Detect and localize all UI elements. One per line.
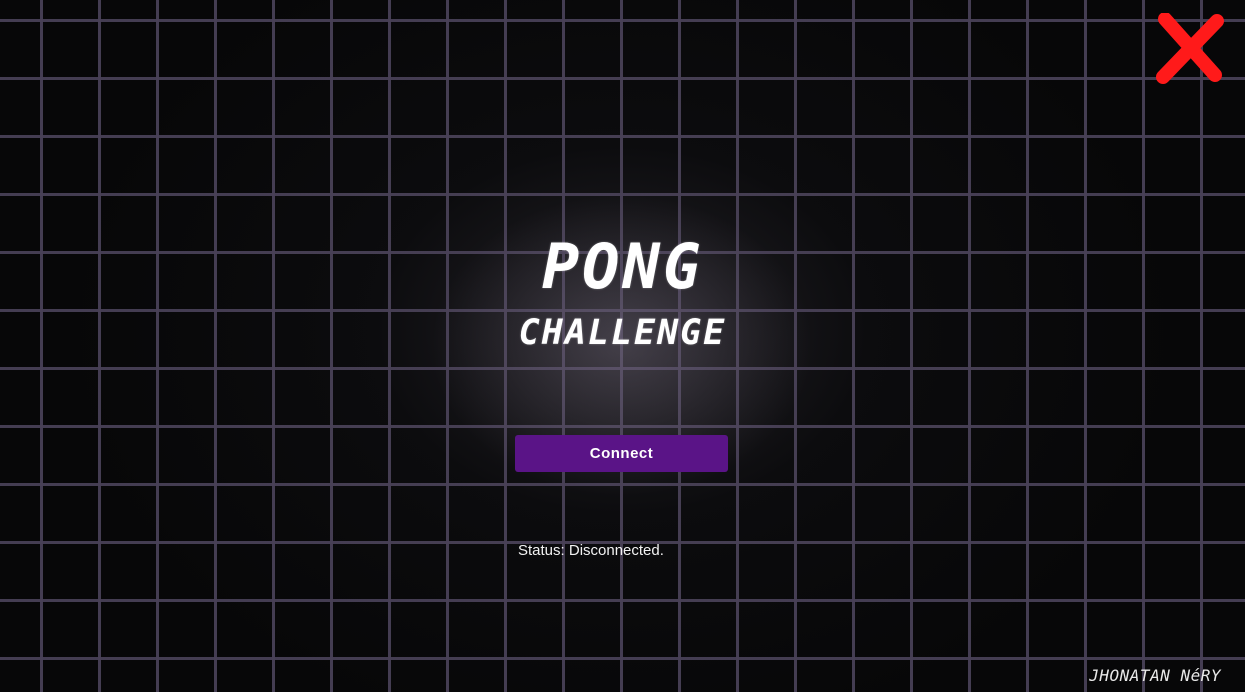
author-credit: JHONATAN NéRY [1089, 666, 1221, 685]
game-screen: PONG CHALLENGE Connect Status: Disconnec… [0, 0, 1245, 692]
game-subtitle: CHALLENGE [518, 313, 727, 353]
game-title: PONG [541, 230, 704, 303]
connect-button[interactable]: Connect [515, 435, 728, 472]
close-icon[interactable] [1153, 12, 1227, 85]
connection-status: Status: Disconnected. [518, 542, 664, 559]
